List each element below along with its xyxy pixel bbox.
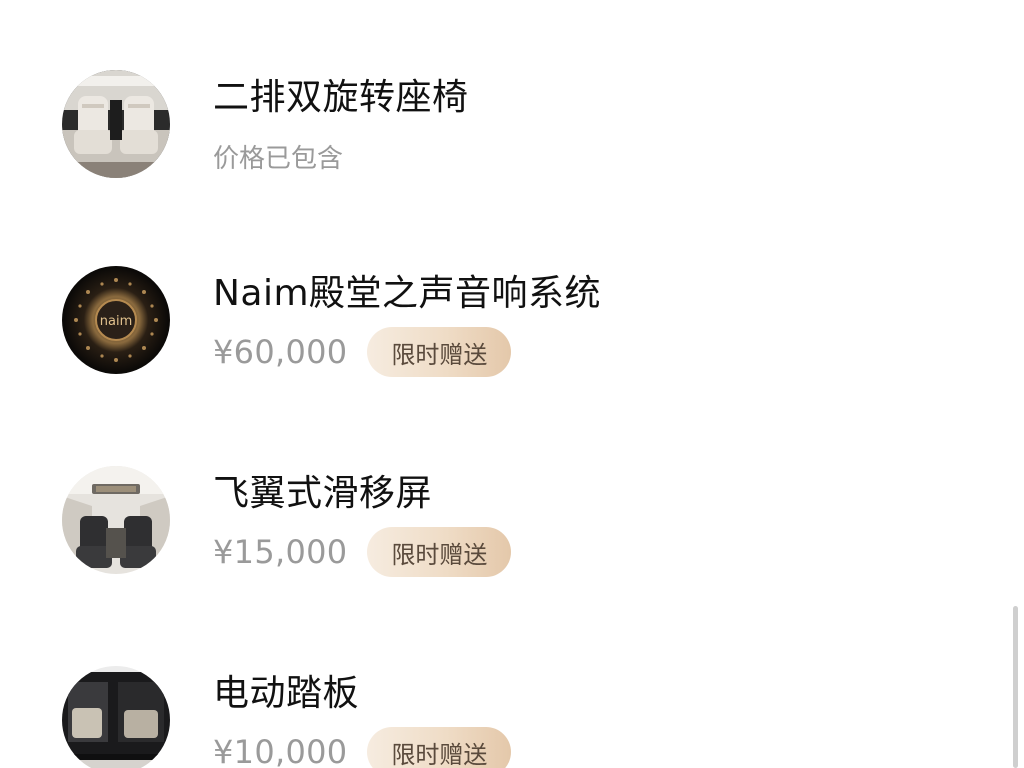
feature-title: 二排双旋转座椅 (213, 77, 469, 118)
feature-item-rotating-seats[interactable]: 二排双旋转座椅 价格已包含 (0, 70, 1000, 210)
price-row: 价格已包含 (213, 128, 343, 184)
price: ¥15,000 (213, 533, 348, 571)
price-row: ¥15,000 限时赠送 (213, 524, 512, 580)
price-included-note: 价格已包含 (213, 143, 344, 174)
promo-badge: 限时赠送 (367, 527, 512, 577)
feature-title: 飞翼式滑移屏 (213, 473, 433, 514)
feature-item-power-step[interactable]: 电动踏板 ¥10,000 限时赠送 (0, 666, 1000, 768)
feature-title: Naim殿堂之声音响系统 (213, 273, 602, 314)
rotating-seats-image (62, 70, 170, 178)
price: ¥10,000 (213, 733, 348, 768)
scrollbar[interactable] (1013, 606, 1018, 768)
price-row: ¥10,000 限时赠送 (213, 724, 512, 768)
feature-item-sliding-screen[interactable]: 飞翼式滑移屏 ¥15,000 限时赠送 (0, 466, 1000, 606)
feature-title: 电动踏板 (213, 673, 360, 714)
promo-badge: 限时赠送 (367, 727, 512, 768)
feature-item-naim-audio[interactable]: naim Naim殿堂之声音响系统 ¥60,000 限时赠送 (0, 266, 1000, 406)
feature-list-page: 二排双旋转座椅 价格已包含 naim Naim殿堂之声音响系统 ¥60,000 … (0, 0, 1024, 768)
naim-logo-text: naim (100, 314, 132, 329)
naim-speaker-image: naim (62, 266, 170, 374)
price: ¥60,000 (213, 333, 348, 371)
promo-badge: 限时赠送 (367, 327, 512, 377)
power-step-image (62, 666, 170, 768)
sliding-screen-image (62, 466, 170, 574)
price-row: ¥60,000 限时赠送 (213, 324, 512, 380)
